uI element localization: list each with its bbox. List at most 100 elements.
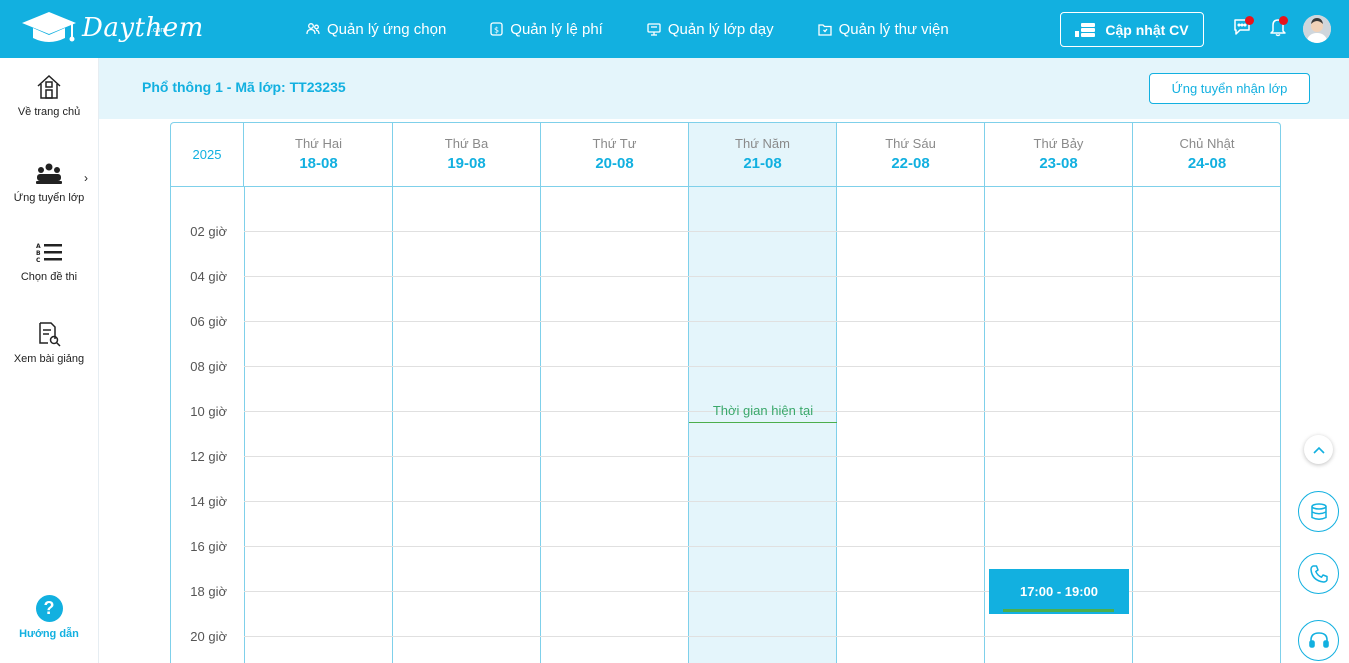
day-date: 22-08 — [891, 155, 930, 172]
hour-line — [244, 546, 1280, 547]
day-header-wed[interactable]: Thứ Tư 20-08 — [541, 123, 689, 186]
nav-label: Quản lý lệ phí — [510, 20, 603, 38]
list-icon: A B C — [36, 243, 62, 264]
nav-manage-classes[interactable]: Quản lý lớp dạy — [647, 21, 774, 38]
hour-line — [244, 366, 1280, 367]
chat-badge — [1245, 16, 1254, 25]
week-calendar: 2025 Thứ Hai 18-08 Thứ Ba 19-08 Thứ Tư 2… — [170, 122, 1281, 663]
calendar-header: 2025 Thứ Hai 18-08 Thứ Ba 19-08 Thứ Tư 2… — [171, 123, 1280, 187]
day-name: Thứ Ba — [444, 136, 489, 151]
sidebar-item-label: Chọn đề thi — [20, 271, 78, 283]
day-name: Thứ Hai — [295, 136, 342, 151]
hour-line — [244, 231, 1280, 232]
help-label: Hướng dẫn — [19, 628, 79, 640]
nav-label: Quản lý lớp dạy — [667, 20, 774, 38]
event-status-bar — [1003, 609, 1114, 612]
sidebar: Về trang chủ Ứng tuyển lớp › A B C Chọn … — [0, 58, 99, 663]
library-icon — [817, 23, 832, 36]
today-column-highlight — [689, 123, 837, 663]
day-header-thu[interactable]: Thứ Năm 21-08 — [689, 123, 837, 186]
hour-label: 08 giờ — [190, 359, 227, 374]
svg-text:C: C — [36, 257, 41, 264]
hour-label: 04 giờ — [190, 269, 227, 284]
hour-label: 06 giờ — [190, 314, 227, 329]
svg-text:A: A — [36, 243, 41, 250]
chevron-right-icon[interactable]: › — [84, 171, 88, 185]
sidebar-item-choose-exam[interactable]: A B C Chọn đề thi — [0, 241, 98, 283]
chevron-up-icon — [1312, 446, 1325, 454]
hour-line — [244, 636, 1280, 637]
class-title: Phổ thông 1 - Mã lớp: TT23235 — [142, 79, 346, 95]
daythem-logo[interactable]: Daythem — [20, 10, 204, 46]
update-cv-button[interactable]: Cập nhật CV — [1060, 12, 1204, 47]
day-name: Thứ Tư — [592, 136, 637, 151]
hour-line — [244, 501, 1280, 502]
day-name: Thứ Bảy — [1033, 136, 1084, 151]
group-icon — [36, 163, 62, 184]
svg-text:B: B — [36, 250, 41, 257]
database-button[interactable] — [1298, 491, 1339, 532]
sidebar-item-label: Xem bài giảng — [13, 353, 85, 365]
support-button[interactable] — [1298, 620, 1339, 661]
main-nav: Quản lý ứng chọn $ Quản lý lệ phí Quản l… — [306, 0, 993, 58]
database-icon — [1310, 502, 1327, 520]
apply-class-button[interactable]: Ứng tuyển nhận lớp — [1149, 73, 1310, 104]
day-date: 24-08 — [1187, 155, 1227, 172]
headset-icon — [1308, 631, 1329, 648]
day-date: 20-08 — [595, 155, 634, 172]
class-event[interactable]: 17:00 - 19:00 — [989, 569, 1129, 614]
event-time: 17:00 - 19:00 — [1019, 584, 1099, 599]
day-date: 21-08 — [743, 155, 782, 172]
sidebar-item-label: Về trang chủ — [17, 106, 81, 118]
hour-label: 02 giờ — [190, 224, 227, 239]
nav-manage-candidates[interactable]: Quản lý ứng chọn — [306, 21, 446, 38]
hour-line — [244, 456, 1280, 457]
day-header-tue[interactable]: Thứ Ba 19-08 — [393, 123, 541, 186]
graduation-cap-icon — [22, 12, 76, 42]
top-navbar: Daythem .com Quản lý ứng chọn $ Quản lý … — [0, 0, 1349, 58]
avatar-image — [1303, 15, 1331, 43]
phone-icon — [1309, 564, 1328, 583]
hour-line — [244, 276, 1280, 277]
nav-label: Quản lý thư viện — [838, 20, 949, 38]
day-header-sat[interactable]: Thứ Bảy 23-08 — [985, 123, 1133, 186]
hour-line — [244, 321, 1280, 322]
sidebar-item-home[interactable]: Về trang chủ — [0, 74, 98, 118]
svg-text:$: $ — [494, 26, 499, 35]
logo-text: Daythem — [82, 13, 204, 43]
hour-label: 14 giờ — [190, 494, 227, 509]
call-button[interactable] — [1298, 553, 1339, 594]
class-header: Phổ thông 1 - Mã lớp: TT23235 Ứng tuyển … — [99, 58, 1349, 119]
day-date: 23-08 — [1039, 155, 1078, 172]
day-name: Thứ Năm — [735, 136, 790, 151]
day-name: Chủ Nhật — [1179, 136, 1235, 151]
nav-manage-fees[interactable]: $ Quản lý lệ phí — [490, 21, 603, 38]
notification-badge — [1279, 16, 1288, 25]
day-name: Thứ Sáu — [885, 136, 936, 151]
sidebar-item-label: Ứng tuyển lớp — [13, 192, 85, 204]
calendar-year: 2025 — [171, 123, 244, 186]
scroll-top-button[interactable] — [1304, 435, 1333, 464]
document-search-icon — [39, 322, 61, 347]
current-time-label: Thời gian hiện tại — [712, 403, 814, 418]
day-header-fri[interactable]: Thứ Sáu 22-08 — [837, 123, 985, 186]
hour-label: 16 giờ — [190, 539, 227, 554]
day-date: 19-08 — [447, 155, 486, 172]
hour-label: 10 giờ — [190, 404, 227, 419]
day-header-mon[interactable]: Thứ Hai 18-08 — [245, 123, 393, 186]
stack-icon — [1075, 22, 1096, 37]
hour-label: 20 giờ — [190, 629, 227, 644]
current-time-line — [689, 422, 837, 423]
class-icon — [647, 23, 661, 36]
day-date: 18-08 — [299, 155, 338, 172]
nav-label: Quản lý ứng chọn — [327, 20, 447, 38]
fee-icon: $ — [490, 22, 503, 36]
nav-manage-library[interactable]: Quản lý thư viện — [817, 20, 949, 38]
logo-sub: .com — [151, 27, 167, 34]
sidebar-item-view-lessons[interactable]: Xem bài giảng — [0, 321, 98, 365]
update-cv-label: Cập nhật CV — [1105, 21, 1189, 38]
user-avatar[interactable] — [1303, 15, 1331, 43]
hour-label: 18 giờ — [190, 584, 227, 599]
day-header-sun[interactable]: Chủ Nhật 24-08 — [1133, 123, 1280, 186]
help-link[interactable]: ? Hướng dẫn — [0, 595, 98, 640]
